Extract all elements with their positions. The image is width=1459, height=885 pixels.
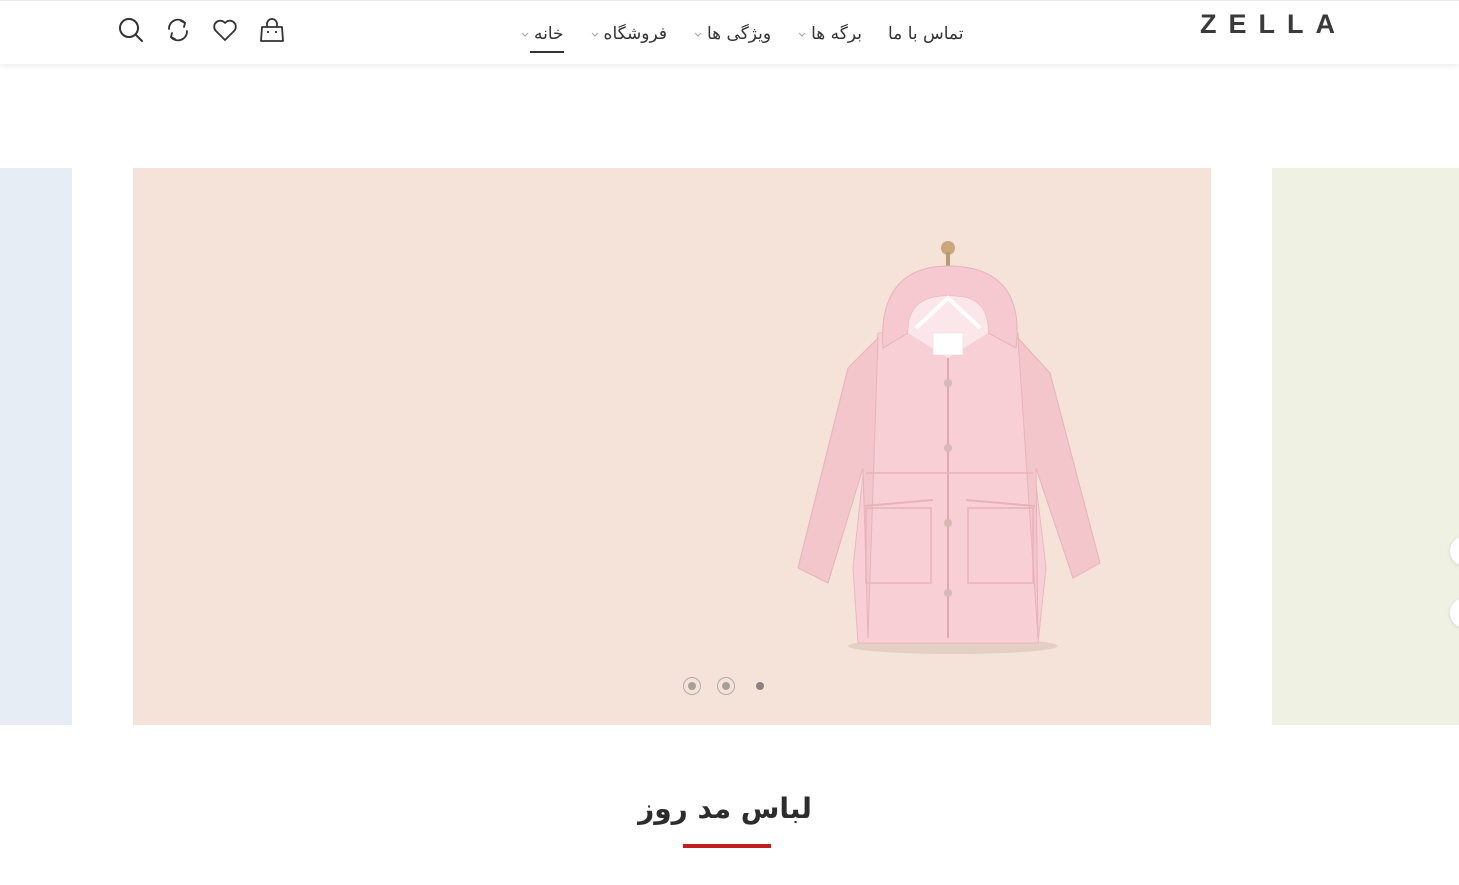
hero-slide bbox=[133, 168, 1211, 725]
main-nav: خانه فروشگاه ویژگی ها برگه ها تماس با ما bbox=[520, 17, 964, 53]
nav-item-shop[interactable]: فروشگاه bbox=[590, 19, 667, 49]
search-icon[interactable] bbox=[116, 15, 146, 45]
slider-pagination bbox=[683, 677, 785, 695]
product-image bbox=[797, 241, 1101, 654]
nav-item-label: ویژگی ها bbox=[706, 24, 772, 44]
slider-dot-2[interactable] bbox=[717, 677, 735, 695]
nav-item-label: تماس با ما bbox=[888, 24, 964, 44]
nav-item-label: خانه bbox=[534, 24, 564, 44]
nav-item-features[interactable]: ویژگی ها bbox=[693, 19, 771, 49]
nav-item-home[interactable]: خانه bbox=[520, 19, 564, 53]
slider-next-slide[interactable] bbox=[1272, 168, 1459, 725]
nav-item-label: برگه ها bbox=[811, 24, 862, 44]
compare-icon[interactable] bbox=[163, 15, 193, 45]
chevron-down-icon bbox=[694, 32, 702, 37]
slider-dot-1[interactable] bbox=[683, 677, 701, 695]
shopping-bag-icon[interactable] bbox=[257, 15, 287, 45]
chevron-down-icon bbox=[591, 32, 598, 37]
slider-prev-slide[interactable] bbox=[0, 168, 72, 725]
chevron-down-icon bbox=[521, 32, 529, 37]
nav-item-contact[interactable]: تماس با ما bbox=[888, 19, 964, 49]
site-header: خانه فروشگاه ویژگی ها برگه ها تماس با ما… bbox=[0, 0, 1459, 64]
nav-item-pages[interactable]: برگه ها bbox=[797, 19, 862, 49]
heart-icon[interactable] bbox=[210, 15, 240, 45]
header-icons bbox=[116, 13, 304, 47]
nav-item-label: فروشگاه bbox=[603, 24, 667, 44]
chevron-down-icon bbox=[798, 32, 806, 37]
section-title-underline bbox=[683, 844, 771, 848]
slider-dot-3[interactable] bbox=[751, 677, 769, 695]
section-title: لباس مد روز bbox=[638, 792, 812, 825]
brand-logo[interactable]: ZELLA bbox=[1200, 9, 1340, 40]
